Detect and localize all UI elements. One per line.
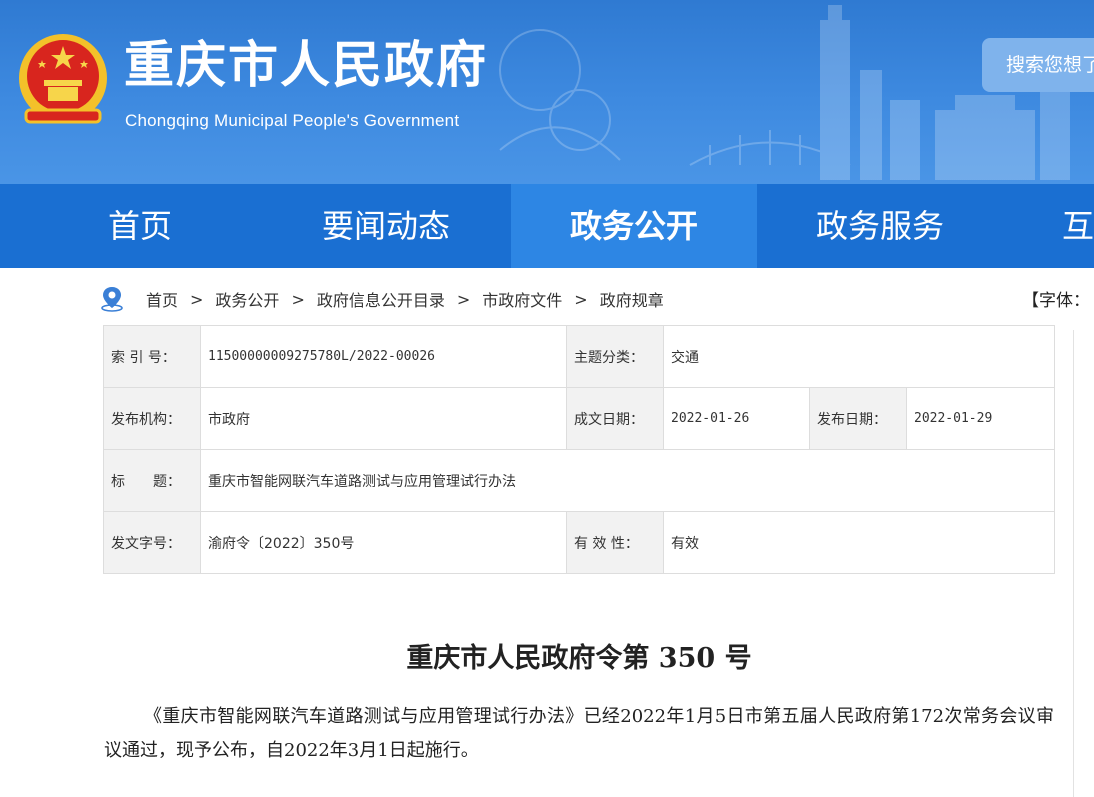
written-date-label: 成文日期：	[566, 387, 664, 450]
site-title[interactable]: 重庆市人民政府	[124, 40, 488, 90]
document-heading: 重庆市人民政府令第 350 号	[406, 643, 752, 674]
breadcrumb-separator: >	[291, 289, 305, 309]
title-label: 标 题：	[103, 449, 201, 512]
search-input[interactable]: 搜索您想了解的	[982, 38, 1094, 92]
breadcrumb-separator: >	[190, 289, 204, 309]
topic-value: 交通	[662, 325, 1056, 388]
site-subtitle: Chongqing Municipal People's Government	[125, 111, 460, 130]
table-row: 索 引 号： 11500000009275780L/2022-00026 主题分…	[103, 325, 1056, 388]
document-paragraph: 《重庆市智能网联汽车道路测试与应用管理试行办法》已经2022年1月5日市第五届人…	[104, 706, 1054, 761]
nav-item-services[interactable]: 政务服务	[816, 184, 944, 268]
topic-label: 主题分类：	[566, 325, 664, 388]
breadcrumb-item-municipal-docs[interactable]: 市政府文件	[482, 287, 562, 311]
breadcrumb-item-gov-affairs[interactable]: 政务公开	[215, 287, 279, 311]
published-date-label: 发布日期：	[809, 387, 907, 450]
table-row: 发文字号： 渝府令〔2022〕350号 有 效 性： 有效	[103, 511, 1056, 574]
site-header: 重庆市人民政府 Chongqing Municipal People's Gov…	[0, 0, 1094, 184]
table-row: 发布机构： 市政府 成文日期： 2022-01-26 发布日期： 2022-01…	[103, 387, 1056, 450]
nav-item-news[interactable]: 要闻动态	[322, 184, 450, 268]
breadcrumb: 首页 > 政务公开 > 政府信息公开目录 > 市政府文件 > 政府规章	[100, 284, 664, 314]
city-skyline-decoration	[499, 5, 1070, 180]
issuer-label: 发布机构：	[103, 387, 201, 450]
document-info-table: 索 引 号： 11500000009275780L/2022-00026 主题分…	[103, 325, 1056, 574]
breadcrumb-separator: >	[456, 289, 471, 309]
doc-number-label: 发文字号：	[103, 511, 201, 574]
nav-item-interaction[interactable]: 互动交流	[1062, 184, 1094, 268]
issuer-value: 市政府	[200, 387, 567, 450]
main-nav: 首页 要闻动态 政务公开 政务服务 互动交流	[0, 184, 1094, 268]
published-date-value: 2022-01-29	[905, 387, 1056, 450]
nav-item-home[interactable]: 首页	[108, 184, 172, 268]
font-size-control[interactable]: 【字体：	[1022, 286, 1090, 311]
breadcrumb-item-info-catalog[interactable]: 政府信息公开目录	[317, 287, 445, 311]
breadcrumb-item-home[interactable]: 首页	[146, 287, 178, 311]
table-row: 标 题： 重庆市智能网联汽车道路测试与应用管理试行办法	[103, 449, 1056, 512]
index-value: 11500000009275780L/2022-00026	[200, 325, 567, 388]
written-date-value: 2022-01-26	[663, 387, 810, 450]
sidebar-divider	[1073, 330, 1074, 797]
validity-label: 有 效 性：	[566, 511, 664, 574]
title-value: 重庆市智能网联汽车道路测试与应用管理试行办法	[199, 449, 1056, 512]
doc-number-value: 渝府令〔2022〕350号	[200, 511, 567, 574]
national-emblem-icon	[19, 34, 107, 124]
validity-value: 有效	[662, 511, 1056, 574]
index-label: 索 引 号：	[103, 325, 201, 388]
nav-item-gov-affairs[interactable]: 政务公开	[511, 184, 757, 268]
location-pin-icon	[101, 287, 123, 312]
breadcrumb-item-regulations[interactable]: 政府规章	[600, 287, 664, 311]
breadcrumb-separator: >	[574, 289, 588, 309]
